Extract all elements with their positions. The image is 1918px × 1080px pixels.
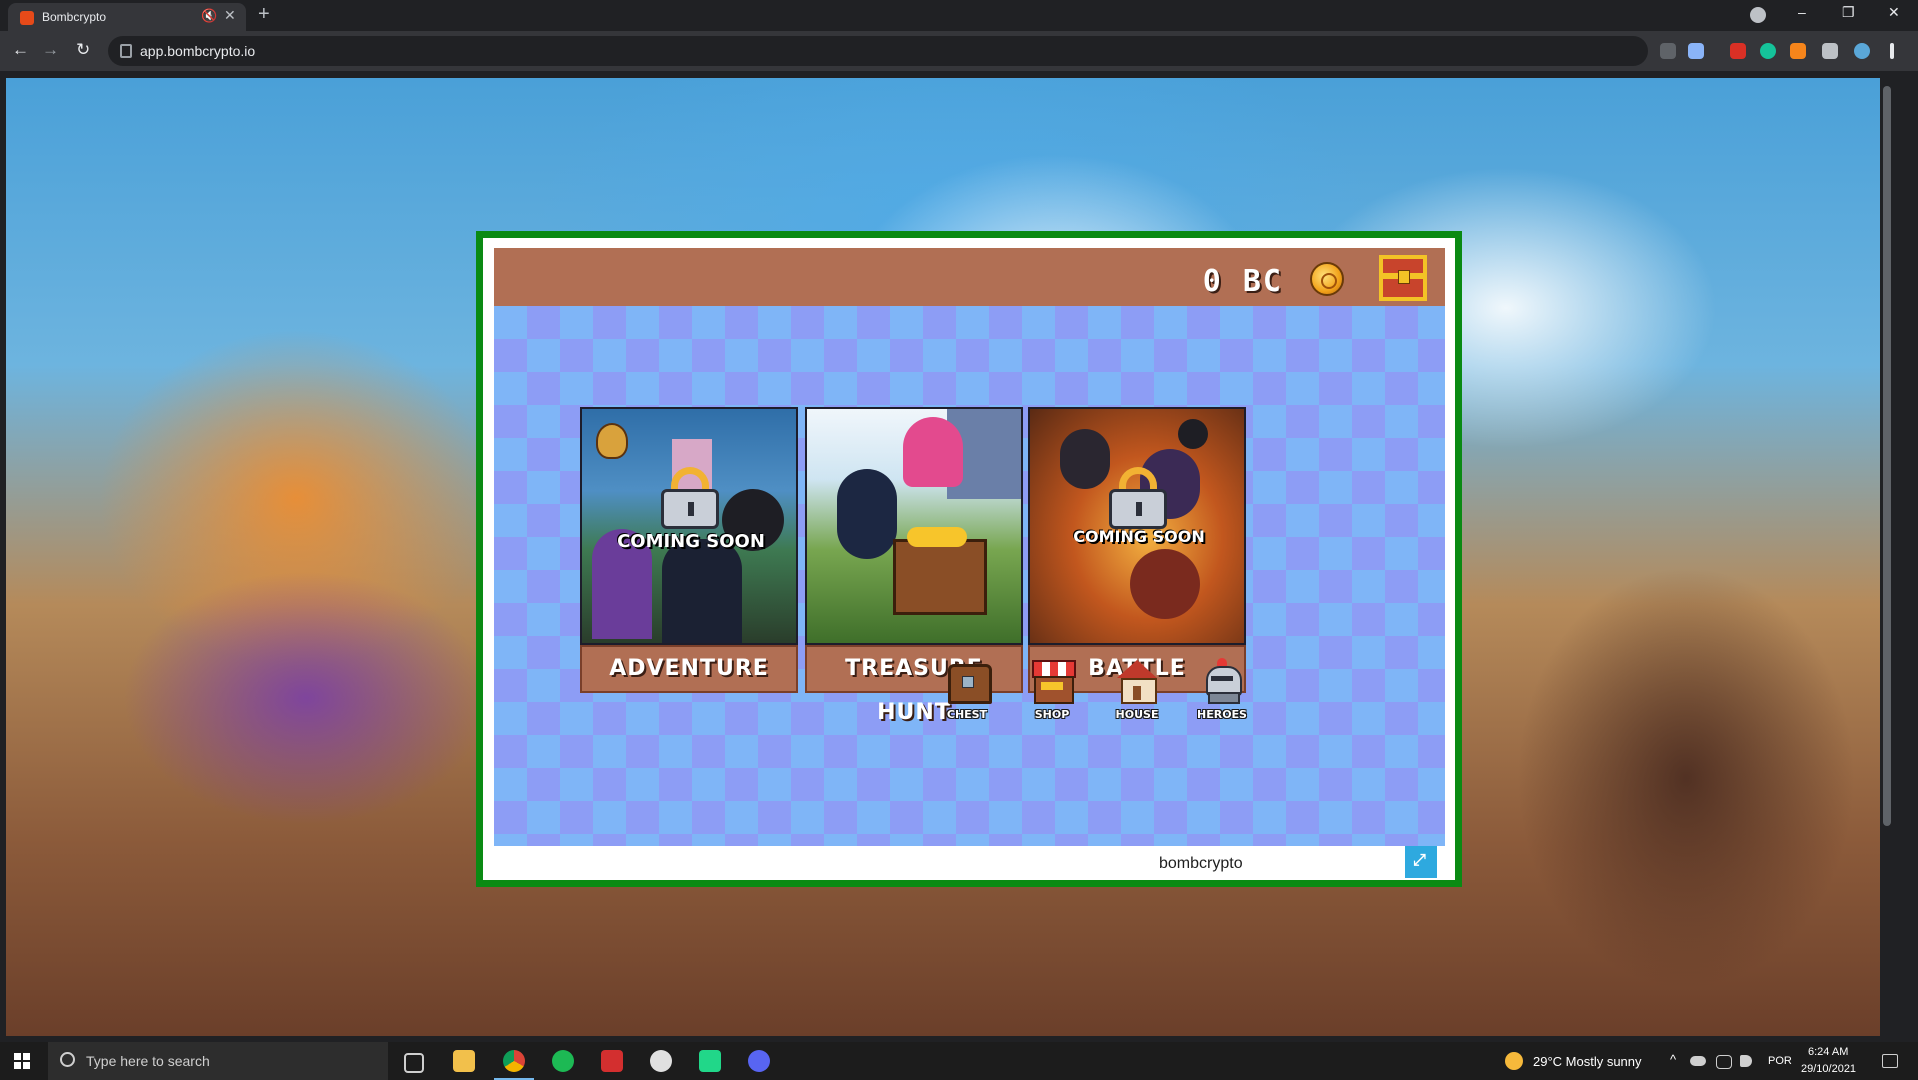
language-indicator[interactable]: POR <box>1768 1055 1792 1067</box>
shop-icon <box>1029 658 1076 704</box>
battle-mode-card[interactable]: COMING SOON BATTLE <box>1028 407 1246 695</box>
windows-start-icon[interactable] <box>14 1053 30 1069</box>
metamask-fox-icon[interactable] <box>1790 43 1806 59</box>
chest-menu-item[interactable]: CHEST <box>937 658 997 721</box>
clock-time[interactable]: 6:24 AM <box>1808 1046 1848 1058</box>
treasure-chest-button[interactable] <box>1379 255 1427 301</box>
battle-art[interactable]: COMING SOON <box>1028 407 1246 645</box>
bcoin-icon <box>1310 262 1344 296</box>
discord-icon[interactable] <box>748 1050 770 1072</box>
tab-title: Bombcrypto <box>42 10 107 24</box>
battle-coming-soon: COMING SOON <box>1073 527 1205 546</box>
balance-display: 0 BC <box>1202 264 1283 299</box>
weather-text[interactable]: 29°C Mostly sunny <box>1533 1054 1642 1069</box>
network-icon[interactable] <box>1716 1055 1732 1069</box>
volume-icon[interactable] <box>1740 1055 1752 1067</box>
adventure-button[interactable]: ADVENTURE <box>580 645 798 693</box>
file-explorer-icon[interactable] <box>453 1050 475 1072</box>
house-label: HOUSE <box>1115 708 1159 721</box>
profile-avatar[interactable] <box>1854 43 1870 59</box>
bombcrypto-footer-label: bombcrypto <box>1159 855 1243 872</box>
windows-taskbar: Type here to search 29°C Mostly sunny ^ … <box>0 1042 1918 1080</box>
grammarly-icon[interactable] <box>1760 43 1776 59</box>
reload-button[interactable]: ↻ <box>76 40 90 60</box>
treasure-hunt-art[interactable] <box>805 407 1023 645</box>
chrome-icon[interactable] <box>503 1050 525 1072</box>
house-icon <box>1114 658 1160 704</box>
taskbar-search-box[interactable]: Type here to search <box>48 1042 388 1080</box>
pycharm-icon[interactable] <box>699 1050 721 1072</box>
heroes-icon <box>1199 658 1245 704</box>
forward-button[interactable]: → <box>42 40 59 60</box>
adventure-lock-icon <box>661 467 719 529</box>
page-viewport: 0 BC COMING SOON ADVENTURE TREASURE HUNT… <box>6 78 1894 1036</box>
bookmark-star-icon[interactable] <box>1688 43 1704 59</box>
menu-kebab-icon[interactable] <box>1890 43 1894 59</box>
tray-chevron-icon[interactable]: ^ <box>1670 1052 1676 1067</box>
tab-bombcrypto[interactable]: Bombcrypto 🔇 ✕ <box>8 3 246 31</box>
spotify-icon[interactable] <box>552 1050 574 1072</box>
game-header: 0 BC <box>494 248 1445 306</box>
search-icon <box>60 1052 75 1067</box>
minimize-button[interactable]: – <box>1798 4 1806 20</box>
page-scrollbar[interactable] <box>1880 78 1894 1036</box>
mute-icon[interactable]: 🔇 <box>201 8 217 24</box>
clock-app-icon[interactable] <box>650 1050 672 1072</box>
house-menu-item[interactable]: HOUSE <box>1107 658 1167 721</box>
adventure-art[interactable]: COMING SOON <box>580 407 798 645</box>
heroes-label: HEROES <box>1197 708 1247 721</box>
chest-icon <box>944 658 992 704</box>
shop-label: SHOP <box>1034 708 1070 721</box>
notifications-icon[interactable] <box>1882 1054 1898 1068</box>
lock-icon[interactable] <box>120 44 132 58</box>
task-view-icon[interactable] <box>404 1053 424 1073</box>
browser-toolbar: ← → ↻ app.bombcrypto.io <box>0 31 1918 71</box>
fullscreen-button[interactable]: ⤢ <box>1405 846 1437 878</box>
back-button[interactable]: ← <box>12 40 29 60</box>
battle-lock-icon <box>1109 467 1167 529</box>
search-placeholder[interactable]: Type here to search <box>86 1053 210 1069</box>
new-tab-button[interactable]: + <box>258 3 270 26</box>
chest-label: CHEST <box>946 708 988 721</box>
bombcrypto-favicon-icon <box>20 11 34 25</box>
tab-search-icon[interactable] <box>1750 7 1766 23</box>
shop-menu-item[interactable]: SHOP <box>1022 658 1082 721</box>
window-close-button[interactable]: ✕ <box>1888 4 1900 21</box>
adventure-mode-card[interactable]: COMING SOON ADVENTURE <box>580 407 798 695</box>
extension-red-icon[interactable] <box>1730 43 1746 59</box>
game-frame: 0 BC COMING SOON ADVENTURE TREASURE HUNT… <box>476 231 1462 887</box>
address-bar[interactable]: app.bombcrypto.io <box>108 36 1648 66</box>
extensions-puzzle-icon[interactable] <box>1822 43 1838 59</box>
fullscreen-icon: ⤢ <box>1413 852 1426 869</box>
tab-close-button[interactable]: ✕ <box>224 7 236 24</box>
translate-icon[interactable] <box>1660 43 1676 59</box>
clock-date[interactable]: 29/10/2021 <box>1801 1063 1856 1075</box>
restore-button[interactable]: ❐ <box>1842 4 1855 21</box>
treasure-hunt-mode-card[interactable]: TREASURE HUNT <box>805 407 1023 725</box>
browser-tab-bar: Bombcrypto 🔇 ✕ + – ❐ ✕ <box>0 0 1918 31</box>
game-board: COMING SOON ADVENTURE TREASURE HUNT COMI… <box>494 306 1445 846</box>
scrollbar-thumb[interactable] <box>1883 86 1891 826</box>
onedrive-cloud-icon[interactable] <box>1690 1056 1706 1066</box>
url-text[interactable]: app.bombcrypto.io <box>140 43 255 59</box>
app-red-bolt-icon[interactable] <box>601 1050 623 1072</box>
adventure-coming-soon: COMING SOON <box>617 531 765 552</box>
weather-sun-icon[interactable] <box>1505 1052 1523 1070</box>
heroes-menu-item[interactable]: HEROES <box>1192 658 1252 721</box>
